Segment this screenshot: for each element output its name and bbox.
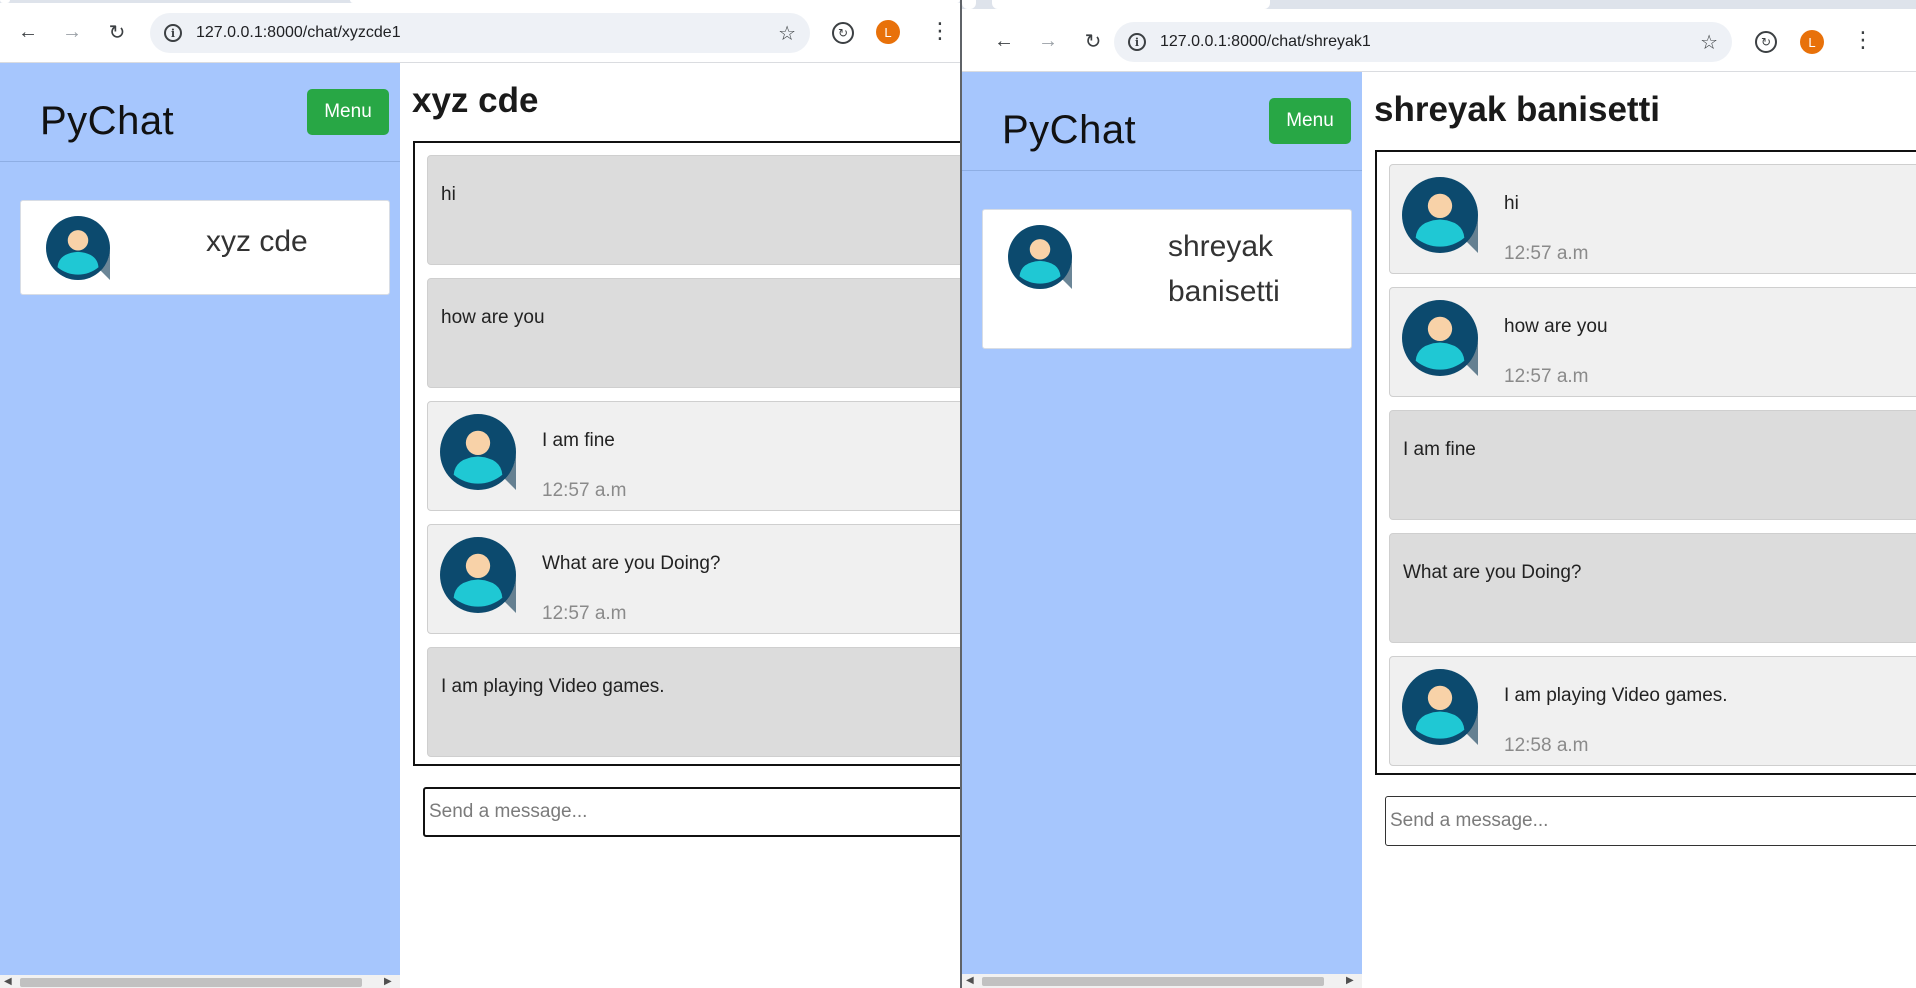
contact-name: xyz cde xyxy=(206,225,308,258)
chat-area: xyz cde hi12:57 a.mhow are you12:57 a.mI… xyxy=(400,63,960,988)
chat-title: xyz cde xyxy=(412,81,539,120)
star-icon[interactable]: ☆ xyxy=(1700,30,1718,55)
message-time: 12:57 a.m xyxy=(542,603,627,624)
more-vert-icon[interactable]: ⋮ xyxy=(1852,29,1874,51)
message-text: What are you Doing? xyxy=(542,553,721,574)
browser-toolbar: ← → ↻ i 127.0.0.1:8000/chat/xyzcde1 ☆ ↻ … xyxy=(0,0,960,63)
menu-button[interactable]: Menu xyxy=(1269,98,1351,144)
message-text: I am fine xyxy=(542,430,615,451)
message-item: I am playing Video games.12:58 a.m xyxy=(427,647,960,757)
profile-avatar[interactable]: L xyxy=(876,20,900,44)
message-item: I am fine12: xyxy=(1389,410,1916,520)
message-text: hi xyxy=(1504,193,1519,214)
more-vert-icon[interactable]: ⋮ xyxy=(929,20,951,42)
message-item: I am playing Video games. 12:58 a.m xyxy=(1389,656,1916,766)
reload-icon[interactable]: ↻ xyxy=(103,18,131,46)
brand-logo-text[interactable]: PyChat xyxy=(1002,108,1136,153)
message-text: hi xyxy=(441,184,456,205)
page-content: PyChat Menu shreyak banisetti ◀ ▶ shreya… xyxy=(962,72,1916,988)
sidebar: PyChat Menu shreyak banisetti ◀ ▶ xyxy=(962,72,1362,988)
scroll-right-icon[interactable]: ▶ xyxy=(1346,975,1354,986)
message-item: how are you12:57 a.m xyxy=(427,278,960,388)
back-arrow-icon[interactable]: ← xyxy=(990,27,1018,55)
message-item: What are you Doing?12: xyxy=(1389,533,1916,643)
user-avatar-icon xyxy=(1402,177,1478,253)
contact-card[interactable]: shreyak banisetti xyxy=(982,209,1352,349)
message-time: 12:57 a.m xyxy=(542,480,627,501)
sidebar-header: PyChat Menu xyxy=(0,63,400,162)
user-avatar-icon xyxy=(440,537,516,613)
chat-title: shreyak banisetti xyxy=(1374,90,1660,129)
message-text: I am playing Video games. xyxy=(1504,685,1728,706)
contact-card[interactable]: xyz cde xyxy=(20,200,390,295)
horizontal-scrollbar[interactable]: ◀ ▶ xyxy=(0,975,400,988)
browser-window-right: ← → ↻ i 127.0.0.1:8000/chat/shreyak1 ☆ ↻… xyxy=(962,0,1916,988)
chat-area: shreyak banisetti hi 12:57 a.m how are you… xyxy=(1362,72,1916,988)
message-input[interactable] xyxy=(1385,796,1916,846)
browser-window-left: ← → ↻ i 127.0.0.1:8000/chat/xyzcde1 ☆ ↻ … xyxy=(0,0,960,988)
extension-icon[interactable]: ↻ xyxy=(1755,31,1777,53)
message-text: I am playing Video games. xyxy=(441,676,665,697)
forward-arrow-icon[interactable]: → xyxy=(1034,27,1062,55)
contact-name: shreyak banisetti xyxy=(1168,230,1280,308)
message-list[interactable]: hi 12:57 a.m how are you 12:57 a.m I am fine… xyxy=(1375,150,1916,775)
message-list[interactable]: hi12:57 a.mhow are you12:57 a.mI am fine… xyxy=(413,141,960,766)
tab-strip xyxy=(962,0,1916,9)
profile-avatar[interactable]: L xyxy=(1800,30,1824,54)
page-content: PyChat Menu xyz cde ◀ ▶ xyz cde hi12:57 … xyxy=(0,63,960,988)
message-text: I am fine xyxy=(1403,439,1476,460)
reload-icon[interactable]: ↻ xyxy=(1079,27,1107,55)
message-item: hi 12:57 a.m xyxy=(1389,164,1916,274)
brand-logo-text[interactable]: PyChat xyxy=(40,99,174,144)
message-item: What are you Doing? 12:57 a.m xyxy=(427,524,960,634)
forward-arrow-icon[interactable]: → xyxy=(58,18,86,46)
message-item: how are you 12:57 a.m xyxy=(1389,287,1916,397)
message-text: how are you xyxy=(441,307,545,328)
message-time: 12:58 a.m xyxy=(1504,735,1589,756)
scrollbar-thumb[interactable] xyxy=(982,977,1324,986)
scroll-left-icon[interactable]: ◀ xyxy=(4,976,12,987)
menu-button[interactable]: Menu xyxy=(307,89,389,135)
address-bar[interactable]: i 127.0.0.1:8000/chat/shreyak1 ☆ xyxy=(1114,22,1732,62)
extension-icon[interactable]: ↻ xyxy=(832,22,854,44)
address-bar[interactable]: i 127.0.0.1:8000/chat/xyzcde1 ☆ xyxy=(150,13,810,53)
message-item: hi12:57 a.m xyxy=(427,155,960,265)
message-input[interactable] xyxy=(423,787,960,837)
info-icon[interactable]: i xyxy=(1128,33,1146,51)
message-text: What are you Doing? xyxy=(1403,562,1582,583)
user-avatar-icon xyxy=(440,414,516,490)
message-text: how are you xyxy=(1504,316,1608,337)
user-avatar-icon xyxy=(1402,669,1478,745)
star-icon[interactable]: ☆ xyxy=(778,21,796,46)
back-arrow-icon[interactable]: ← xyxy=(14,18,42,46)
user-avatar-icon xyxy=(1402,300,1478,376)
url-text[interactable]: 127.0.0.1:8000/chat/shreyak1 xyxy=(1160,33,1700,51)
user-avatar-icon xyxy=(1008,225,1072,289)
sidebar: PyChat Menu xyz cde ◀ ▶ xyxy=(0,63,400,988)
scroll-right-icon[interactable]: ▶ xyxy=(384,976,392,987)
url-text[interactable]: 127.0.0.1:8000/chat/xyzcde1 xyxy=(196,24,778,42)
info-icon[interactable]: i xyxy=(164,24,182,42)
message-item: I am fine 12:57 a.m xyxy=(427,401,960,511)
tab-strip xyxy=(0,0,960,3)
horizontal-scrollbar[interactable]: ◀ ▶ xyxy=(962,974,1362,988)
message-time: 12:57 a.m xyxy=(1504,366,1589,387)
user-avatar-icon xyxy=(46,216,110,280)
browser-toolbar: ← → ↻ i 127.0.0.1:8000/chat/shreyak1 ☆ ↻… xyxy=(962,0,1916,72)
sidebar-header: PyChat Menu xyxy=(962,72,1362,171)
scrollbar-thumb[interactable] xyxy=(20,978,362,987)
scroll-left-icon[interactable]: ◀ xyxy=(966,975,974,986)
message-time: 12:57 a.m xyxy=(1504,243,1589,264)
